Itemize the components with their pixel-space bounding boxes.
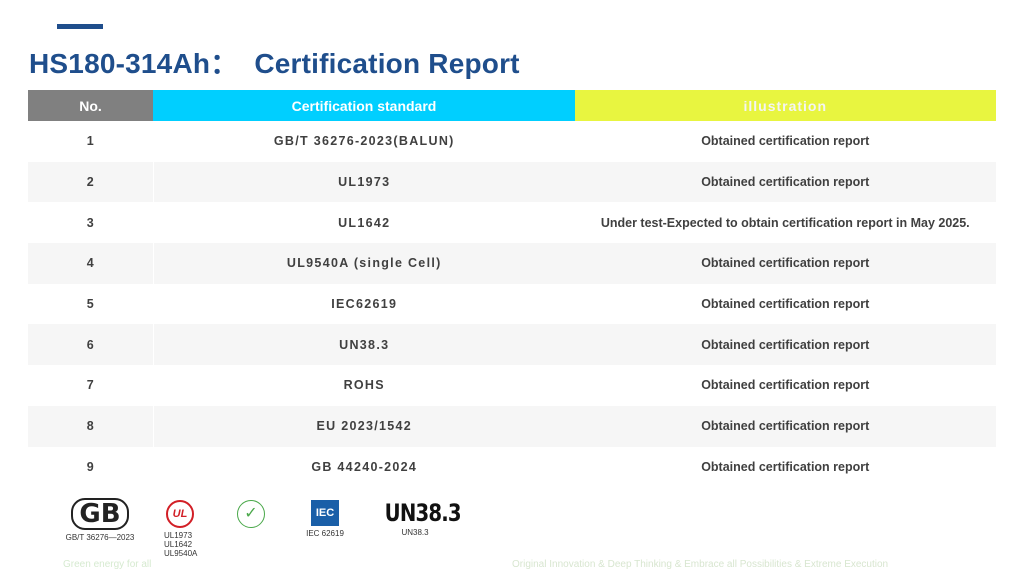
row-standard: UL1973	[153, 161, 575, 203]
row-number: 2	[28, 161, 154, 203]
ul-caption-2: UL1642	[164, 540, 193, 549]
un383-mark: UN38.3	[384, 499, 462, 527]
ul-caption-3: UL9540A	[164, 549, 198, 558]
row-illustration: Obtained certification report	[575, 324, 996, 366]
gb-mark: GB	[71, 498, 129, 530]
row-illustration: Obtained certification report	[701, 297, 870, 312]
certification-table: No. Certification standard illustration …	[28, 90, 996, 488]
footer-values: Original Innovation & Deep Thinking & Em…	[512, 559, 889, 570]
row-number: 5	[28, 283, 154, 325]
title-accent-bar	[57, 24, 103, 29]
table-row: 5 IEC62619 Obtained certification report	[28, 283, 996, 325]
row-number: 4	[28, 243, 154, 284]
page-title: HS180-314Ah： Certification Report	[29, 48, 520, 79]
row-illustration: Under test-Expected to obtain certificat…	[600, 215, 970, 230]
un383-caption: UN38.3	[401, 528, 429, 537]
row-number: 1	[28, 121, 154, 162]
row-standard: ROHS	[343, 378, 385, 393]
row-illustration: Obtained certification report	[701, 459, 870, 474]
row-number: 8	[28, 405, 154, 447]
row-standard: GB 44240-2024	[311, 459, 418, 474]
row-standard: IEC62619	[331, 297, 398, 312]
row-illustration: Obtained certification report	[575, 161, 996, 203]
row-standard: UL9540A (single Cell)	[153, 243, 575, 284]
table-row: 8 EU 2023/1542 Obtained certification re…	[28, 405, 996, 447]
iec-mark-icon: IEC	[311, 500, 339, 526]
row-standard: EU 2023/1542	[153, 405, 575, 447]
table-row: 4 UL9540A (single Cell) Obtained certifi…	[28, 243, 996, 284]
table-row: 3 UL1642 Under test-Expected to obtain c…	[28, 202, 996, 244]
row-standard: GB/T 36276-2023(BALUN)	[273, 134, 455, 149]
header-certification-standard: Certification standard	[153, 90, 575, 121]
header-illustration: illustration	[575, 90, 996, 121]
iec-caption: IEC 62619	[306, 529, 344, 538]
ul-caption-1: UL1973	[164, 531, 193, 540]
gb-caption: GB/T 36276—2023	[65, 533, 135, 542]
rohs-check-icon: ✓	[237, 500, 265, 528]
row-number: 9	[28, 446, 154, 488]
row-standard: UL1642	[338, 215, 391, 230]
ul-logo: UL UL1973 UL1642 UL9540A	[164, 500, 204, 558]
row-number: 3	[28, 202, 154, 244]
table-row: 1 GB/T 36276-2023(BALUN) Obtained certif…	[28, 121, 996, 162]
ul-mark-icon: UL	[166, 500, 194, 528]
row-illustration: Obtained certification report	[701, 134, 870, 149]
table-row: 7 ROHS Obtained certification report	[28, 365, 996, 406]
certification-logos: GB GB/T 36276—2023 UL UL1973 UL1642 UL95…	[0, 498, 1024, 568]
table-row: 6 UN38.3 Obtained certification report	[28, 324, 996, 366]
row-number: 6	[28, 324, 154, 366]
row-illustration: Obtained certification report	[575, 405, 996, 447]
row-illustration: Obtained certification report	[701, 378, 870, 393]
iec-logo: IEC IEC 62619	[300, 500, 350, 538]
row-number: 7	[28, 365, 154, 406]
table-row: 9 GB 44240-2024 Obtained certification r…	[28, 446, 996, 488]
table-header-row: No. Certification standard illustration	[28, 90, 996, 121]
row-illustration: Obtained certification report	[575, 243, 996, 284]
row-standard: UN38.3	[153, 324, 575, 366]
header-no: No.	[28, 90, 153, 121]
footer-slogan: Green energy for all	[63, 559, 152, 570]
un383-logo: UN38.3 UN38.3	[378, 498, 462, 537]
table-row: 2 UL1973 Obtained certification report	[28, 161, 996, 203]
gb-logo: GB GB/T 36276—2023	[60, 498, 140, 542]
rohs-logo: ✓	[234, 500, 268, 528]
